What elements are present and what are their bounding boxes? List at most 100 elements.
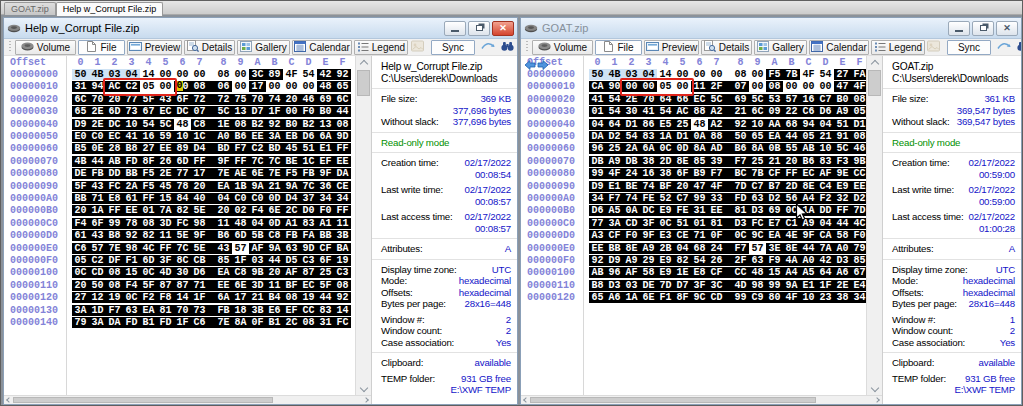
hex-byte[interactable]: 63: [283, 243, 300, 254]
hex-byte[interactable]: 92: [732, 119, 749, 130]
hex-byte[interactable]: BB: [317, 230, 334, 241]
hex-byte[interactable]: 7B: [749, 168, 766, 179]
hex-byte[interactable]: 9E: [834, 168, 851, 179]
hex-byte[interactable]: 72: [215, 94, 232, 105]
hex-byte[interactable]: A0: [215, 131, 232, 142]
hex-byte[interactable]: 11: [266, 280, 283, 291]
hex-byte[interactable]: 1A: [89, 205, 106, 216]
hex-byte[interactable]: F7: [106, 305, 123, 316]
hex-byte[interactable]: B5: [72, 143, 89, 154]
hex-byte[interactable]: 00: [191, 69, 215, 80]
hex-byte[interactable]: D1: [851, 119, 866, 130]
hex-byte[interactable]: FB: [89, 168, 106, 179]
hex-byte[interactable]: B6: [800, 156, 817, 167]
hex-byte[interactable]: 44: [783, 131, 800, 142]
hex-byte[interactable]: 34: [589, 193, 606, 204]
hex-byte[interactable]: 02: [232, 205, 249, 216]
hex-byte[interactable]: 01: [140, 205, 157, 216]
hex-byte[interactable]: 20: [215, 205, 232, 216]
hex-byte[interactable]: 1B: [232, 181, 249, 192]
hex-byte[interactable]: 9C: [691, 292, 708, 303]
hex-byte[interactable]: 88: [708, 131, 732, 142]
hex-byte[interactable]: EE: [157, 143, 174, 154]
hex-byte[interactable]: E6: [266, 305, 283, 316]
hex-byte[interactable]: 38: [657, 168, 674, 179]
hex-byte[interactable]: B0: [317, 106, 334, 117]
hex-byte[interactable]: C7: [817, 94, 834, 105]
hex-byte[interactable]: 2D: [657, 156, 674, 167]
hex-byte[interactable]: DE: [640, 280, 657, 291]
hex-byte[interactable]: 5E: [191, 243, 215, 254]
hex-byte[interactable]: F4: [72, 218, 89, 229]
hex-byte[interactable]: 30: [623, 106, 640, 117]
hex-byte[interactable]: 0F: [708, 230, 732, 241]
hex-byte[interactable]: FF: [106, 205, 123, 216]
hex-byte[interactable]: D7: [249, 106, 266, 117]
hex-byte[interactable]: 12: [89, 292, 106, 303]
hex-byte[interactable]: 20: [674, 181, 691, 192]
hex-byte[interactable]: 03: [249, 255, 266, 266]
hex-byte[interactable]: 41: [589, 94, 606, 105]
hex-byte[interactable]: D2: [606, 131, 623, 142]
hex-byte[interactable]: 08: [215, 69, 232, 80]
hex-byte[interactable]: CC: [851, 168, 866, 179]
hex-byte[interactable]: 4F: [283, 69, 300, 80]
hex-byte[interactable]: 71: [691, 230, 708, 241]
hex-byte[interactable]: 08: [232, 119, 249, 130]
hex-byte[interactable]: FD: [732, 193, 749, 204]
hex-byte[interactable]: 08: [106, 280, 123, 291]
hex-byte[interactable]: F4: [249, 205, 266, 216]
hex-byte[interactable]: 3D: [249, 280, 266, 291]
hex-byte[interactable]: 87: [157, 280, 174, 291]
hex-byte[interactable]: EC: [300, 280, 317, 291]
hex-byte[interactable]: BB: [606, 243, 623, 254]
hex-byte[interactable]: E1: [800, 280, 817, 291]
hex-byte[interactable]: 70: [249, 94, 266, 105]
hex-byte[interactable]: 1C: [191, 131, 215, 142]
calendar-button[interactable]: Calendar: [292, 40, 352, 55]
hex-byte[interactable]: 2C: [283, 205, 300, 216]
hex-byte[interactable]: 0D: [674, 143, 691, 154]
hex-byte[interactable]: 54: [606, 106, 623, 117]
hex-byte[interactable]: 5B: [249, 230, 266, 241]
close-button[interactable]: ✕: [996, 21, 1018, 36]
hex-byte[interactable]: 6F: [317, 255, 334, 266]
hex-byte[interactable]: 4C: [851, 218, 866, 229]
hex-byte[interactable]: 4D: [732, 280, 749, 291]
hex-byte[interactable]: DC: [174, 106, 191, 117]
hex-byte[interactable]: 45: [157, 181, 174, 192]
hex-byte[interactable]: 6A: [317, 131, 334, 142]
hex-byte[interactable]: 19: [300, 292, 317, 303]
restore-button[interactable]: [972, 21, 994, 36]
hex-byte[interactable]: EC: [157, 106, 174, 117]
hex-byte[interactable]: 00: [266, 81, 283, 92]
hex-byte[interactable]: 9F: [191, 230, 215, 241]
hex-byte[interactable]: F7: [732, 243, 749, 254]
hex-byte[interactable]: E4: [851, 280, 866, 291]
hex-byte[interactable]: 1F: [817, 280, 834, 291]
hex-byte[interactable]: D6: [300, 131, 317, 142]
hex-byte[interactable]: 06: [215, 81, 232, 92]
hex-byte[interactable]: 0A: [623, 205, 640, 216]
hex-byte[interactable]: 8A: [232, 317, 249, 328]
hex-byte[interactable]: 42: [317, 69, 334, 80]
hex-byte[interactable]: 57: [232, 243, 249, 254]
hex-byte[interactable]: AC: [674, 106, 691, 117]
signature-swoosh-icon[interactable]: [996, 39, 1014, 56]
hex-byte[interactable]: 83: [300, 218, 317, 229]
window-titlebar[interactable]: Help w_Corrupt File.zip✕: [4, 18, 517, 39]
hex-byte[interactable]: FF: [783, 168, 800, 179]
hex-byte[interactable]: 63: [123, 305, 140, 316]
hex-byte[interactable]: 41: [640, 106, 657, 117]
hex-byte[interactable]: 44: [89, 156, 106, 167]
hex-byte[interactable]: EA: [766, 230, 783, 241]
hex-byte[interactable]: 99: [589, 168, 606, 179]
hex-byte[interactable]: 51: [674, 218, 691, 229]
hex-byte[interactable]: 17: [249, 81, 266, 92]
hex-byte[interactable]: A6: [606, 292, 623, 303]
hex-byte[interactable]: 48: [317, 81, 334, 92]
hex-byte[interactable]: 2A: [123, 181, 140, 192]
hex-byte[interactable]: 01: [589, 106, 606, 117]
hex-byte[interactable]: EB: [283, 131, 300, 142]
hex-byte[interactable]: 08: [851, 94, 866, 105]
